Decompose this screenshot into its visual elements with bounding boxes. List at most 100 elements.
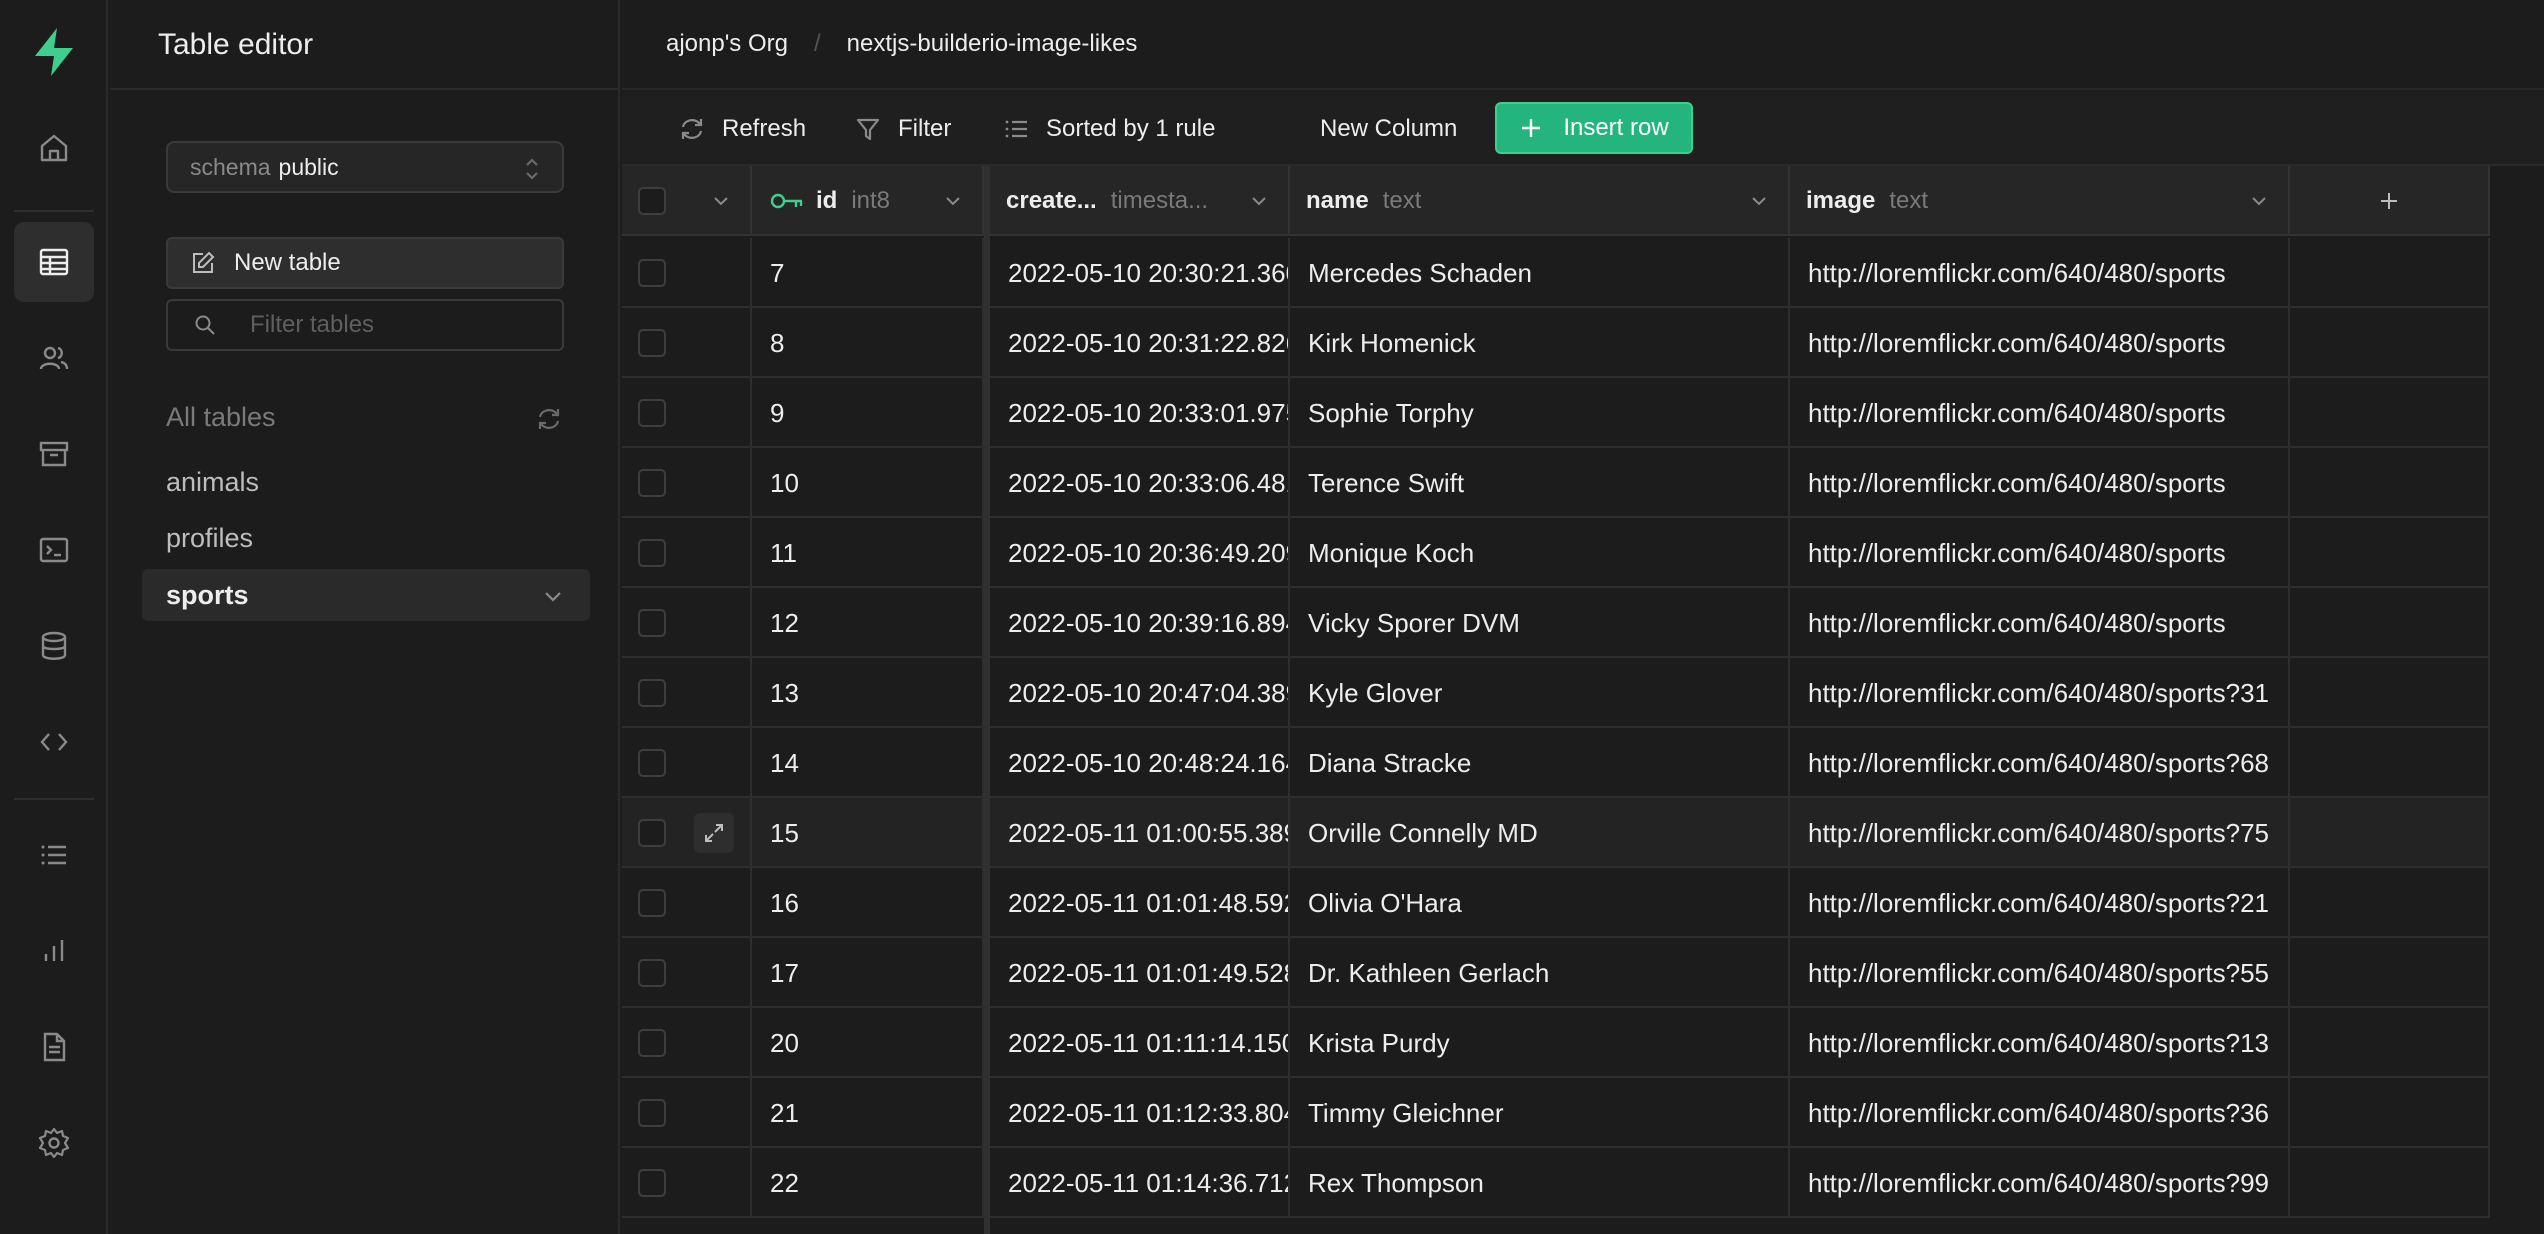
chevron-down-icon[interactable] bbox=[1748, 190, 1770, 212]
cell-image[interactable]: http://loremflickr.com/640/480/sports?36 bbox=[1790, 1078, 2290, 1148]
table-row[interactable]: 14 2022-05-10 20:48:24.164 Diana Stracke ht… bbox=[622, 728, 2490, 798]
column-header-image[interactable]: image text bbox=[1790, 166, 2290, 236]
cell-id[interactable]: 9 bbox=[752, 378, 984, 448]
filter-tables-input[interactable]: Filter tables bbox=[166, 299, 564, 351]
table-row[interactable]: 16 2022-05-11 01:01:48.5921 Olivia O'Hara h… bbox=[622, 868, 2490, 938]
cell-name[interactable]: Olivia O'Hara bbox=[1290, 868, 1790, 938]
table-row[interactable]: 21 2022-05-11 01:12:33.8042 Timmy Gleichne… bbox=[622, 1078, 2490, 1148]
users-icon[interactable] bbox=[14, 318, 94, 398]
cell-id[interactable]: 16 bbox=[752, 868, 984, 938]
cell-image[interactable]: http://loremflickr.com/640/480/sports?99 bbox=[1790, 1148, 2290, 1218]
table-row[interactable]: 13 2022-05-10 20:47:04.389 Kyle Glover http… bbox=[622, 658, 2490, 728]
row-checkbox[interactable] bbox=[638, 889, 666, 917]
cell-id[interactable]: 21 bbox=[752, 1078, 984, 1148]
cell-id[interactable]: 13 bbox=[752, 658, 984, 728]
cell-id[interactable]: 11 bbox=[752, 518, 984, 588]
row-checkbox[interactable] bbox=[638, 959, 666, 987]
cell-created-at[interactable]: 2022-05-10 20:30:21.360 bbox=[990, 238, 1290, 308]
row-checkbox[interactable] bbox=[638, 259, 666, 287]
cell-created-at[interactable]: 2022-05-11 01:14:36.7128 bbox=[990, 1148, 1290, 1218]
chevron-down-icon[interactable] bbox=[1248, 190, 1270, 212]
cell-name[interactable]: Orville Connelly MD bbox=[1290, 798, 1790, 868]
sql-editor-icon[interactable] bbox=[14, 510, 94, 590]
cell-name[interactable]: Krista Purdy bbox=[1290, 1008, 1790, 1078]
cell-name[interactable]: Kirk Homenick bbox=[1290, 308, 1790, 378]
cell-created-at[interactable]: 2022-05-10 20:33:01.975 bbox=[990, 378, 1290, 448]
cell-image[interactable]: http://loremflickr.com/640/480/sports bbox=[1790, 238, 2290, 308]
table-row[interactable]: 15 2022-05-11 01:00:55.389 Orville Connell… bbox=[622, 798, 2490, 868]
table-row[interactable]: 12 2022-05-10 20:39:16.894 Vicky Sporer DV… bbox=[622, 588, 2490, 658]
cell-image[interactable]: http://loremflickr.com/640/480/sports bbox=[1790, 448, 2290, 518]
table-row[interactable]: 7 2022-05-10 20:30:21.360 Mercedes Schaden… bbox=[622, 238, 2490, 308]
cell-created-at[interactable]: 2022-05-11 01:00:55.389 bbox=[990, 798, 1290, 868]
row-checkbox[interactable] bbox=[638, 679, 666, 707]
cell-id[interactable]: 8 bbox=[752, 308, 984, 378]
cell-name[interactable]: Sophie Torphy bbox=[1290, 378, 1790, 448]
chevron-down-icon[interactable] bbox=[542, 585, 564, 607]
new-column-button[interactable]: New Column bbox=[1320, 110, 1457, 148]
cell-image[interactable]: http://loremflickr.com/640/480/sports?55 bbox=[1790, 938, 2290, 1008]
refresh-button[interactable]: Refresh bbox=[678, 110, 806, 148]
chevron-down-icon[interactable] bbox=[2248, 190, 2270, 212]
table-item-sports[interactable]: sports bbox=[142, 569, 590, 621]
cell-created-at[interactable]: 2022-05-10 20:39:16.894 bbox=[990, 588, 1290, 658]
table-row[interactable]: 10 2022-05-10 20:33:06.481 Terence Swift ht… bbox=[622, 448, 2490, 518]
reports-icon[interactable] bbox=[14, 911, 94, 991]
row-checkbox[interactable] bbox=[638, 469, 666, 497]
chevron-down-icon[interactable] bbox=[710, 190, 732, 212]
select-all-checkbox[interactable] bbox=[638, 187, 666, 215]
expand-row-icon[interactable] bbox=[694, 813, 734, 853]
row-checkbox[interactable] bbox=[638, 399, 666, 427]
cell-name[interactable]: Diana Stracke bbox=[1290, 728, 1790, 798]
column-header-name[interactable]: name text bbox=[1290, 166, 1790, 236]
cell-image[interactable]: http://loremflickr.com/640/480/sports?21 bbox=[1790, 868, 2290, 938]
storage-icon[interactable] bbox=[14, 414, 94, 494]
cell-created-at[interactable]: 2022-05-11 01:01:49.5288 bbox=[990, 938, 1290, 1008]
cell-name[interactable]: Dr. Kathleen Gerlach bbox=[1290, 938, 1790, 1008]
table-row[interactable]: 17 2022-05-11 01:01:49.5288 Dr. Kathleen G… bbox=[622, 938, 2490, 1008]
logs-icon[interactable] bbox=[14, 815, 94, 895]
cell-name[interactable]: Timmy Gleichner bbox=[1290, 1078, 1790, 1148]
table-item-profiles[interactable]: profiles bbox=[166, 523, 253, 554]
cell-image[interactable]: http://loremflickr.com/640/480/sports bbox=[1790, 378, 2290, 448]
cell-id[interactable]: 14 bbox=[752, 728, 984, 798]
insert-row-button[interactable]: Insert row bbox=[1495, 102, 1693, 154]
cell-image[interactable]: http://loremflickr.com/640/480/sports?13 bbox=[1790, 1008, 2290, 1078]
row-checkbox[interactable] bbox=[638, 1029, 666, 1057]
row-checkbox[interactable] bbox=[638, 539, 666, 567]
cell-id[interactable]: 10 bbox=[752, 448, 984, 518]
add-column-button[interactable] bbox=[2290, 166, 2490, 236]
column-header-created-at[interactable]: create... timesta... bbox=[990, 166, 1290, 236]
row-checkbox[interactable] bbox=[638, 609, 666, 637]
table-item-animals[interactable]: animals bbox=[166, 467, 259, 498]
table-row[interactable]: 11 2022-05-10 20:36:49.209 Monique Koch htt… bbox=[622, 518, 2490, 588]
column-header-id[interactable]: id int8 bbox=[752, 166, 984, 236]
cell-name[interactable]: Kyle Glover bbox=[1290, 658, 1790, 728]
row-checkbox[interactable] bbox=[638, 819, 666, 847]
cell-created-at[interactable]: 2022-05-11 01:11:14.15016 bbox=[990, 1008, 1290, 1078]
cell-image[interactable]: http://loremflickr.com/640/480/sports?68 bbox=[1790, 728, 2290, 798]
new-table-button[interactable]: New table bbox=[166, 237, 564, 289]
cell-created-at[interactable]: 2022-05-10 20:36:49.209 bbox=[990, 518, 1290, 588]
cell-id[interactable]: 15 bbox=[752, 798, 984, 868]
cell-name[interactable]: Vicky Sporer DVM bbox=[1290, 588, 1790, 658]
database-icon[interactable] bbox=[14, 606, 94, 686]
cell-image[interactable]: http://loremflickr.com/640/480/sports bbox=[1790, 588, 2290, 658]
refresh-tables-icon[interactable] bbox=[534, 404, 564, 434]
cell-created-at[interactable]: 2022-05-10 20:48:24.164 bbox=[990, 728, 1290, 798]
cell-name[interactable]: Terence Swift bbox=[1290, 448, 1790, 518]
cell-created-at[interactable]: 2022-05-11 01:12:33.8042 bbox=[990, 1078, 1290, 1148]
frozen-column-divider[interactable] bbox=[984, 166, 990, 1234]
docs-icon[interactable] bbox=[14, 1007, 94, 1087]
sort-button[interactable]: Sorted by 1 rule bbox=[1002, 110, 1215, 148]
table-row[interactable]: 22 2022-05-11 01:14:36.7128 Rex Thompson ht… bbox=[622, 1148, 2490, 1218]
home-icon[interactable] bbox=[14, 108, 94, 188]
cell-name[interactable]: Rex Thompson bbox=[1290, 1148, 1790, 1218]
cell-id[interactable]: 22 bbox=[752, 1148, 984, 1218]
table-row[interactable]: 202022-05-11 01:11:14.15016Krista Purdyh… bbox=[622, 1008, 2490, 1078]
settings-icon[interactable] bbox=[14, 1103, 94, 1183]
table-row[interactable]: 9 2022-05-10 20:33:01.975 Sophie Torphy htt… bbox=[622, 378, 2490, 448]
supabase-logo-icon[interactable] bbox=[27, 25, 81, 79]
cell-name[interactable]: Mercedes Schaden bbox=[1290, 238, 1790, 308]
api-icon[interactable] bbox=[14, 702, 94, 782]
